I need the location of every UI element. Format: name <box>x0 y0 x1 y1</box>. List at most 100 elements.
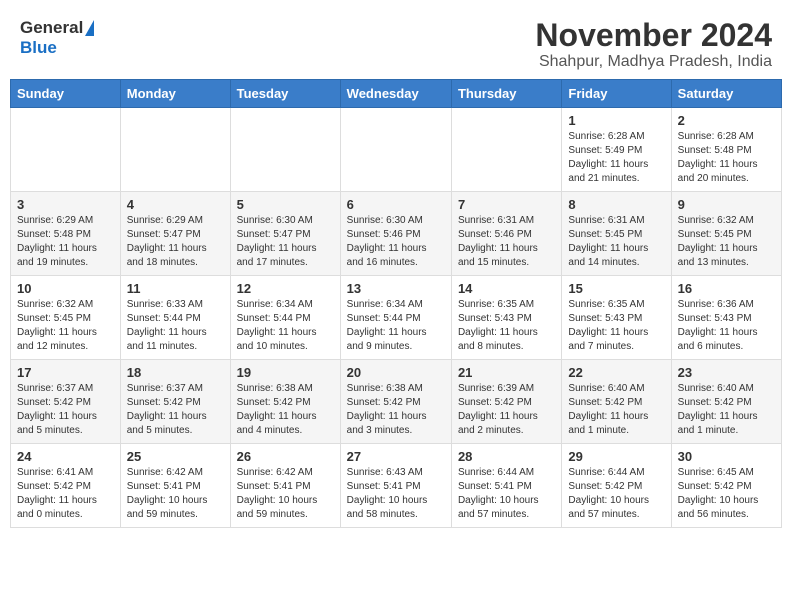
day-info: Sunrise: 6:40 AM Sunset: 5:42 PM Dayligh… <box>678 382 775 438</box>
calendar-cell: 15 Sunrise: 6:35 AM Sunset: 5:43 PM Dayli… <box>562 276 671 360</box>
calendar-cell: 19 Sunrise: 6:38 AM Sunset: 5:42 PM Dayli… <box>230 360 340 444</box>
day-number: 22 <box>568 365 664 380</box>
location-subtitle: Shahpur, Madhya Pradesh, India <box>535 53 772 71</box>
day-info: Sunrise: 6:37 AM Sunset: 5:42 PM Dayligh… <box>127 382 224 438</box>
day-number: 17 <box>17 365 114 380</box>
weekday-header-thursday: Thursday <box>451 80 561 108</box>
calendar-cell: 24 Sunrise: 6:41 AM Sunset: 5:42 PM Dayli… <box>11 444 121 528</box>
calendar-week-row: 10 Sunrise: 6:32 AM Sunset: 5:45 PM Dayli… <box>11 276 782 360</box>
day-number: 26 <box>237 449 334 464</box>
calendar-cell: 10 Sunrise: 6:32 AM Sunset: 5:45 PM Dayli… <box>11 276 121 360</box>
day-number: 30 <box>678 449 775 464</box>
day-info: Sunrise: 6:30 AM Sunset: 5:47 PM Dayligh… <box>237 214 334 270</box>
day-number: 14 <box>458 281 555 296</box>
day-number: 13 <box>347 281 445 296</box>
calendar-cell: 3Sunrise: 6:29 AM Sunset: 5:48 PM Daylig… <box>11 192 121 276</box>
logo: General Blue <box>20 18 94 58</box>
day-info: Sunrise: 6:44 AM Sunset: 5:41 PM Dayligh… <box>458 466 555 522</box>
calendar-week-row: 17 Sunrise: 6:37 AM Sunset: 5:42 PM Dayli… <box>11 360 782 444</box>
day-number: 8 <box>568 197 664 212</box>
day-info: Sunrise: 6:29 AM Sunset: 5:47 PM Dayligh… <box>127 214 224 270</box>
calendar-cell: 29 Sunrise: 6:44 AM Sunset: 5:42 PM Dayli… <box>562 444 671 528</box>
calendar-cell <box>120 108 230 192</box>
day-number: 16 <box>678 281 775 296</box>
calendar-cell: 1 Sunrise: 6:28 AM Sunset: 5:49 PM Daylig… <box>562 108 671 192</box>
day-info: Sunrise: 6:30 AM Sunset: 5:46 PM Dayligh… <box>347 214 445 270</box>
day-info: Sunrise: 6:44 AM Sunset: 5:42 PM Dayligh… <box>568 466 664 522</box>
calendar-week-row: 1 Sunrise: 6:28 AM Sunset: 5:49 PM Daylig… <box>11 108 782 192</box>
weekday-header-saturday: Saturday <box>671 80 781 108</box>
calendar-cell: 5 Sunrise: 6:30 AM Sunset: 5:47 PM Daylig… <box>230 192 340 276</box>
calendar-cell: 13 Sunrise: 6:34 AM Sunset: 5:44 PM Dayli… <box>340 276 451 360</box>
weekday-header-tuesday: Tuesday <box>230 80 340 108</box>
calendar-cell: 26 Sunrise: 6:42 AM Sunset: 5:41 PM Dayli… <box>230 444 340 528</box>
day-info: Sunrise: 6:33 AM Sunset: 5:44 PM Dayligh… <box>127 298 224 354</box>
day-info: Sunrise: 6:42 AM Sunset: 5:41 PM Dayligh… <box>127 466 224 522</box>
day-info: Sunrise: 6:38 AM Sunset: 5:42 PM Dayligh… <box>347 382 445 438</box>
weekday-header-wednesday: Wednesday <box>340 80 451 108</box>
calendar-cell: 28 Sunrise: 6:44 AM Sunset: 5:41 PM Dayli… <box>451 444 561 528</box>
day-number: 28 <box>458 449 555 464</box>
month-title: November 2024 <box>535 18 772 53</box>
day-number: 25 <box>127 449 224 464</box>
calendar-cell: 9 Sunrise: 6:32 AM Sunset: 5:45 PM Daylig… <box>671 192 781 276</box>
calendar-cell <box>230 108 340 192</box>
day-info: Sunrise: 6:45 AM Sunset: 5:42 PM Dayligh… <box>678 466 775 522</box>
day-number: 20 <box>347 365 445 380</box>
calendar-cell: 18 Sunrise: 6:37 AM Sunset: 5:42 PM Dayli… <box>120 360 230 444</box>
logo-general: General <box>20 18 83 38</box>
day-info: Sunrise: 6:43 AM Sunset: 5:41 PM Dayligh… <box>347 466 445 522</box>
day-number: 12 <box>237 281 334 296</box>
day-info: Sunrise: 6:32 AM Sunset: 5:45 PM Dayligh… <box>678 214 775 270</box>
day-number: 5 <box>237 197 334 212</box>
calendar-cell: 11 Sunrise: 6:33 AM Sunset: 5:44 PM Dayli… <box>120 276 230 360</box>
logo-blue: Blue <box>20 38 57 58</box>
day-info: Sunrise: 6:28 AM Sunset: 5:49 PM Dayligh… <box>568 130 664 186</box>
calendar-cell: 30 Sunrise: 6:45 AM Sunset: 5:42 PM Dayli… <box>671 444 781 528</box>
day-info: Sunrise: 6:39 AM Sunset: 5:42 PM Dayligh… <box>458 382 555 438</box>
calendar-cell: 2Sunrise: 6:28 AM Sunset: 5:48 PM Daylig… <box>671 108 781 192</box>
day-number: 19 <box>237 365 334 380</box>
calendar-cell: 20 Sunrise: 6:38 AM Sunset: 5:42 PM Dayli… <box>340 360 451 444</box>
calendar-cell: 8 Sunrise: 6:31 AM Sunset: 5:45 PM Daylig… <box>562 192 671 276</box>
day-number: 21 <box>458 365 555 380</box>
calendar-cell: 6Sunrise: 6:30 AM Sunset: 5:46 PM Daylig… <box>340 192 451 276</box>
title-block: November 2024 Shahpur, Madhya Pradesh, I… <box>535 18 772 71</box>
day-number: 7 <box>458 197 555 212</box>
calendar-cell <box>451 108 561 192</box>
day-number: 27 <box>347 449 445 464</box>
day-info: Sunrise: 6:34 AM Sunset: 5:44 PM Dayligh… <box>237 298 334 354</box>
day-number: 18 <box>127 365 224 380</box>
calendar-cell: 22Sunrise: 6:40 AM Sunset: 5:42 PM Dayli… <box>562 360 671 444</box>
calendar-cell: 7 Sunrise: 6:31 AM Sunset: 5:46 PM Daylig… <box>451 192 561 276</box>
day-info: Sunrise: 6:42 AM Sunset: 5:41 PM Dayligh… <box>237 466 334 522</box>
calendar-header-row: SundayMondayTuesdayWednesdayThursdayFrid… <box>11 80 782 108</box>
day-number: 10 <box>17 281 114 296</box>
day-number: 24 <box>17 449 114 464</box>
day-info: Sunrise: 6:36 AM Sunset: 5:43 PM Dayligh… <box>678 298 775 354</box>
day-info: Sunrise: 6:28 AM Sunset: 5:48 PM Dayligh… <box>678 130 775 186</box>
calendar-table: SundayMondayTuesdayWednesdayThursdayFrid… <box>10 79 782 528</box>
day-number: 9 <box>678 197 775 212</box>
calendar-cell: 21 Sunrise: 6:39 AM Sunset: 5:42 PM Dayli… <box>451 360 561 444</box>
calendar-cell: 27 Sunrise: 6:43 AM Sunset: 5:41 PM Dayli… <box>340 444 451 528</box>
day-number: 15 <box>568 281 664 296</box>
weekday-header-sunday: Sunday <box>11 80 121 108</box>
calendar-cell: 25 Sunrise: 6:42 AM Sunset: 5:41 PM Dayli… <box>120 444 230 528</box>
day-number: 23 <box>678 365 775 380</box>
day-info: Sunrise: 6:34 AM Sunset: 5:44 PM Dayligh… <box>347 298 445 354</box>
day-info: Sunrise: 6:35 AM Sunset: 5:43 PM Dayligh… <box>568 298 664 354</box>
day-number: 1 <box>568 113 664 128</box>
day-info: Sunrise: 6:31 AM Sunset: 5:46 PM Dayligh… <box>458 214 555 270</box>
day-info: Sunrise: 6:41 AM Sunset: 5:42 PM Dayligh… <box>17 466 114 522</box>
day-info: Sunrise: 6:31 AM Sunset: 5:45 PM Dayligh… <box>568 214 664 270</box>
day-info: Sunrise: 6:37 AM Sunset: 5:42 PM Dayligh… <box>17 382 114 438</box>
weekday-header-friday: Friday <box>562 80 671 108</box>
calendar-cell <box>340 108 451 192</box>
calendar-cell: 4Sunrise: 6:29 AM Sunset: 5:47 PM Daylig… <box>120 192 230 276</box>
day-number: 29 <box>568 449 664 464</box>
day-number: 3 <box>17 197 114 212</box>
day-number: 11 <box>127 281 224 296</box>
day-info: Sunrise: 6:38 AM Sunset: 5:42 PM Dayligh… <box>237 382 334 438</box>
day-info: Sunrise: 6:32 AM Sunset: 5:45 PM Dayligh… <box>17 298 114 354</box>
